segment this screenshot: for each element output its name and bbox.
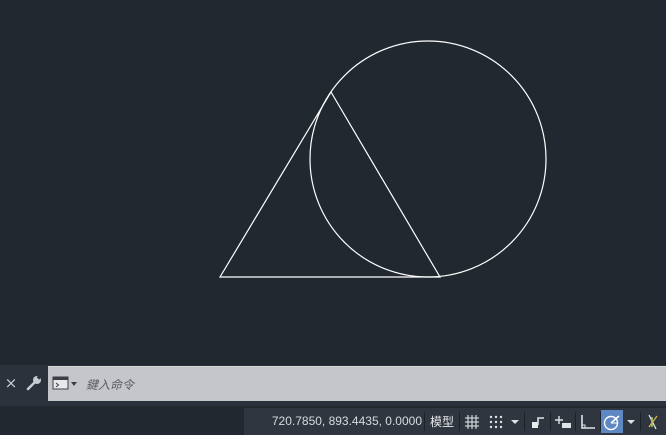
command-input[interactable] <box>84 371 648 399</box>
drawing-canvas[interactable] <box>0 0 666 365</box>
model-space-button[interactable]: 模型 <box>426 410 458 433</box>
chevron-down-icon[interactable] <box>624 410 638 433</box>
drawn-triangle[interactable] <box>218 90 442 278</box>
status-separator <box>550 412 551 431</box>
drawing-svg[interactable] <box>0 0 666 365</box>
status-bar: 720.7850, 893.4435, 0.0000 模型 <box>0 406 666 435</box>
snap-mode-icon[interactable] <box>485 410 507 433</box>
isometric-drafting-icon[interactable] <box>642 410 664 433</box>
status-separator <box>424 412 425 431</box>
chevron-down-icon[interactable] <box>508 410 522 433</box>
wrench-icon[interactable] <box>24 373 44 393</box>
status-separator <box>459 412 460 431</box>
status-separator <box>524 412 525 431</box>
drawn-circle[interactable] <box>309 40 547 278</box>
command-input-field[interactable] <box>48 366 666 401</box>
grid-icon[interactable] <box>461 410 483 433</box>
status-separator <box>640 412 641 431</box>
dynamic-input-icon[interactable] <box>552 410 574 433</box>
infer-constraints-icon[interactable] <box>527 410 549 433</box>
close-icon[interactable]: × <box>3 373 19 393</box>
polar-tracking-icon[interactable] <box>601 410 623 433</box>
ortho-mode-icon[interactable] <box>577 410 599 433</box>
status-separator <box>575 412 576 431</box>
command-line-bar: × <box>0 365 666 402</box>
coordinate-readout[interactable]: 720.7850, 893.4435, 0.0000 <box>246 408 422 435</box>
command-prompt-icon[interactable] <box>52 376 80 392</box>
